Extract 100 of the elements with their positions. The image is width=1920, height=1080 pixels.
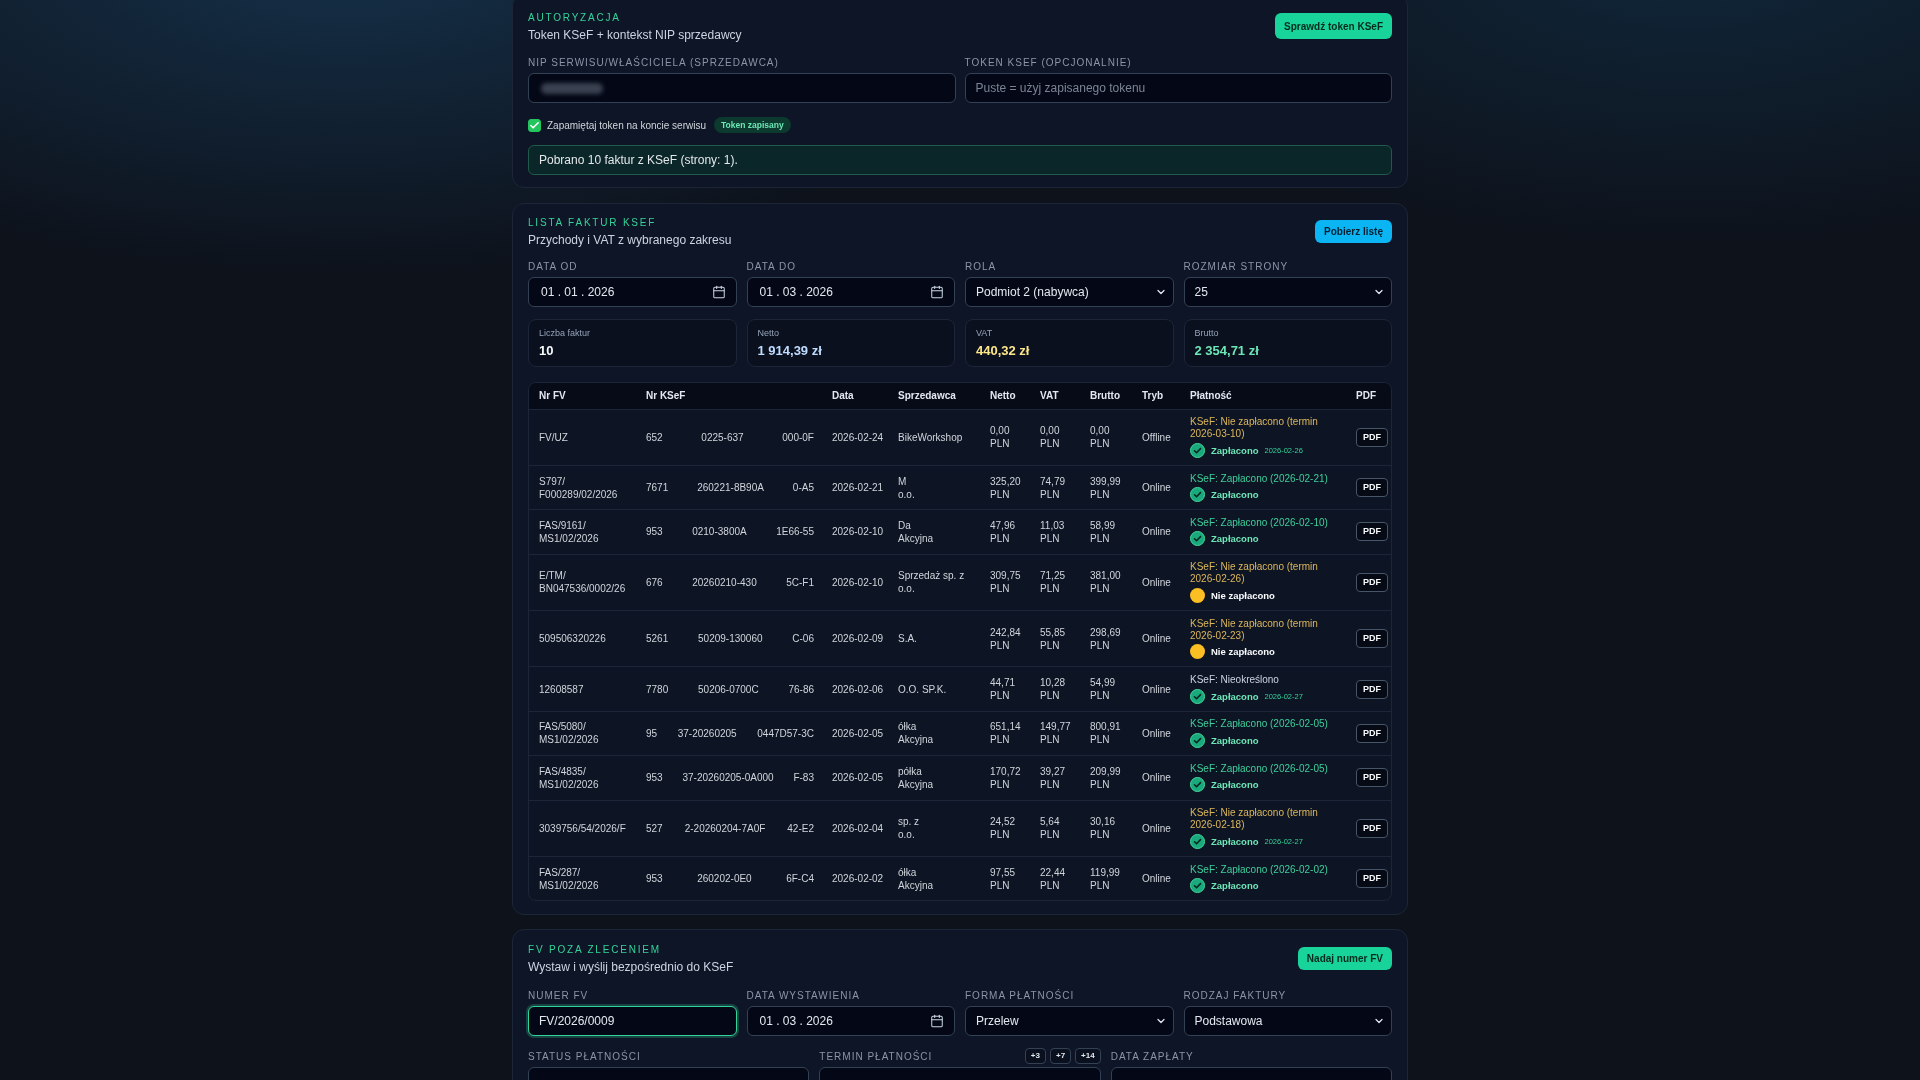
field-label: FORMA PŁATNOŚCI	[965, 989, 1076, 1004]
invoice-number: 3039756/54/2026/F	[529, 800, 636, 857]
date-cell: 2026-02-10	[822, 554, 888, 611]
invoice-number: FAS/4835/MS1/02/2026	[529, 755, 636, 800]
select-field[interactable]: 25	[1183, 277, 1392, 307]
invoice-number: S797/F000289/02/2026	[529, 465, 636, 510]
text-field[interactable]: FV/2026/0009	[528, 1006, 737, 1037]
check-circle-icon	[1190, 531, 1205, 547]
stat-value: 10	[539, 343, 555, 359]
field-label: DATA ZAPŁATY	[1110, 1050, 1194, 1065]
field-label: STATUS PŁATNOŚCI	[528, 1050, 641, 1065]
payment-status: Nie zapłacono	[1211, 588, 1275, 602]
checkbox[interactable]	[528, 118, 541, 132]
mode-cell: Offline	[1132, 409, 1180, 466]
payment-status: Zapłacono	[1211, 532, 1259, 546]
quick-days-button[interactable]: +14	[1075, 1048, 1101, 1065]
payment-status: Zapłacono	[1211, 733, 1259, 747]
ksef-status: KSeF: Nie zapłacono (termin 2026-02-23)	[1190, 617, 1319, 642]
quick-days-button[interactable]: +7	[1049, 1048, 1072, 1065]
date-cell: 2026-02-05	[822, 755, 888, 800]
select-field[interactable]: Podstawowa	[1183, 1006, 1392, 1037]
pdf-button[interactable]: PDF	[1356, 629, 1388, 649]
check-token-button[interactable]: Sprawdź token KSeF	[1275, 13, 1392, 39]
date-field[interactable]: 01 . 01 . 2026	[528, 277, 737, 307]
column-header: PDF	[1346, 383, 1391, 409]
ksef-number-part: 50209-130060	[698, 632, 763, 646]
ksef-number-part: 2-20260204-7A0F	[684, 821, 766, 835]
field-label: DATA WYSTAWIENIA	[746, 989, 861, 1004]
vat-amount-cell: 71,25 PLN	[1030, 554, 1080, 611]
date-field[interactable]: 01 . 03 . 2026	[746, 277, 955, 307]
text-field[interactable]	[528, 73, 956, 103]
column-header: Płatność	[1180, 383, 1346, 409]
column-header: Sprzedawca	[888, 383, 980, 409]
seller-cell: sp. z o.o.	[888, 800, 980, 857]
ksef-status: KSeF: Nie zapłacono (termin 2026-03-10)	[1190, 416, 1319, 441]
ksef-number-part: 260221-8B90A	[697, 481, 764, 495]
ksef-number-part: 652	[646, 430, 663, 444]
invoice-number: 12608587	[529, 666, 636, 712]
ksef-status: KSeF: Zapłacono (2026-02-05)	[1190, 718, 1329, 731]
ksef-number-part: 7780	[646, 682, 669, 696]
field-label: ROZMIAR STRONY	[1183, 260, 1290, 274]
payment-status: Zapłacono	[1211, 778, 1259, 792]
field-label: NIP SERWISU/WŁAŚCICIELA (SPRZEDAWCA)	[528, 56, 780, 70]
pdf-button[interactable]: PDF	[1356, 768, 1388, 788]
pdf-button[interactable]: PDF	[1356, 522, 1388, 542]
stat-label: Netto	[757, 327, 780, 339]
seller-cell: ółka Akcyjna	[888, 856, 980, 901]
fetch-list-button[interactable]: Pobierz listę	[1315, 220, 1392, 243]
pdf-button[interactable]: PDF	[1356, 572, 1388, 592]
date-field[interactable]: 01 . 03 . 2026	[746, 1006, 955, 1037]
ksef-number-part: 95	[646, 726, 658, 740]
mode-cell: Online	[1132, 465, 1180, 510]
check-circle-icon	[1190, 688, 1205, 704]
payment-status: Zapłacono	[1211, 834, 1259, 848]
column-header: Brutto	[1080, 383, 1132, 409]
net-amount-cell: 651,14 PLN	[980, 711, 1030, 756]
section-subtitle: Token KSeF + kontekst NIP sprzedawcy	[528, 27, 742, 44]
date-cell: 2026-02-06	[822, 666, 888, 712]
check-icon	[529, 119, 540, 131]
quick-days-button[interactable]: +3	[1024, 1048, 1046, 1065]
pdf-button[interactable]: PDF	[1356, 478, 1388, 498]
net-amount-cell: 97,55 PLN	[980, 856, 1030, 901]
assign-number-button[interactable]: Nadaj numer FV	[1297, 947, 1392, 971]
ksef-status: KSeF: Zapłacono (2026-02-02)	[1190, 863, 1329, 876]
check-circle-icon	[1190, 878, 1205, 894]
pdf-button[interactable]: PDF	[1356, 427, 1388, 447]
vat-amount-cell: 149,77 PLN	[1030, 711, 1080, 756]
ksef-number-part: 0-A5	[792, 481, 814, 495]
gross-amount-cell: 381,00 PLN	[1080, 554, 1132, 611]
pdf-button[interactable]: PDF	[1356, 679, 1388, 699]
date-cell: 2026-02-09	[822, 610, 888, 667]
pdf-button[interactable]: PDF	[1356, 869, 1388, 889]
gross-amount-cell: 298,69 PLN	[1080, 610, 1132, 667]
mode-cell: Online	[1132, 554, 1180, 611]
date-cell: 2026-02-10	[822, 509, 888, 555]
ksef-number-part: 953	[646, 872, 663, 886]
ksef-number-part: 76-86	[788, 682, 814, 696]
vat-amount-cell: 74,79 PLN	[1030, 465, 1080, 510]
net-amount-cell: 24,52 PLN	[980, 800, 1030, 857]
ksef-number-part: 5C-F1	[786, 575, 814, 589]
column-header: Nr KSeF	[636, 383, 822, 409]
pdf-button[interactable]: PDF	[1356, 723, 1388, 743]
field-label: RODZAJ FAKTURY	[1183, 989, 1288, 1004]
pdf-button[interactable]: PDF	[1356, 818, 1388, 838]
ksef-number-part: 953	[646, 771, 663, 785]
ksef-number-part: 20260210-430	[692, 575, 757, 589]
column-header: Netto	[980, 383, 1030, 409]
date-cell: 2026-02-21	[822, 465, 888, 510]
section-label: AUTORYZACJA	[528, 11, 622, 25]
select-field[interactable]: Przelew	[965, 1006, 1174, 1037]
net-amount-cell: 47,96 PLN	[980, 509, 1030, 555]
calendar-icon	[930, 1014, 944, 1029]
section-label: FV POZA ZLECENIEM	[528, 943, 662, 958]
invoice-number: FAS/5080/MS1/02/2026	[529, 711, 636, 756]
net-amount-cell: 309,75 PLN	[980, 554, 1030, 611]
text-field[interactable]: Puste = użyj zapisanego tokenu	[964, 73, 1392, 103]
select-field[interactable]: Podmiot 2 (nabywca)	[965, 277, 1174, 307]
remember-token-label: Zapamiętaj token na koncie serwisu	[547, 118, 706, 133]
net-amount-cell: 242,84 PLN	[980, 610, 1030, 667]
ksef-number-part: 953	[646, 525, 663, 539]
